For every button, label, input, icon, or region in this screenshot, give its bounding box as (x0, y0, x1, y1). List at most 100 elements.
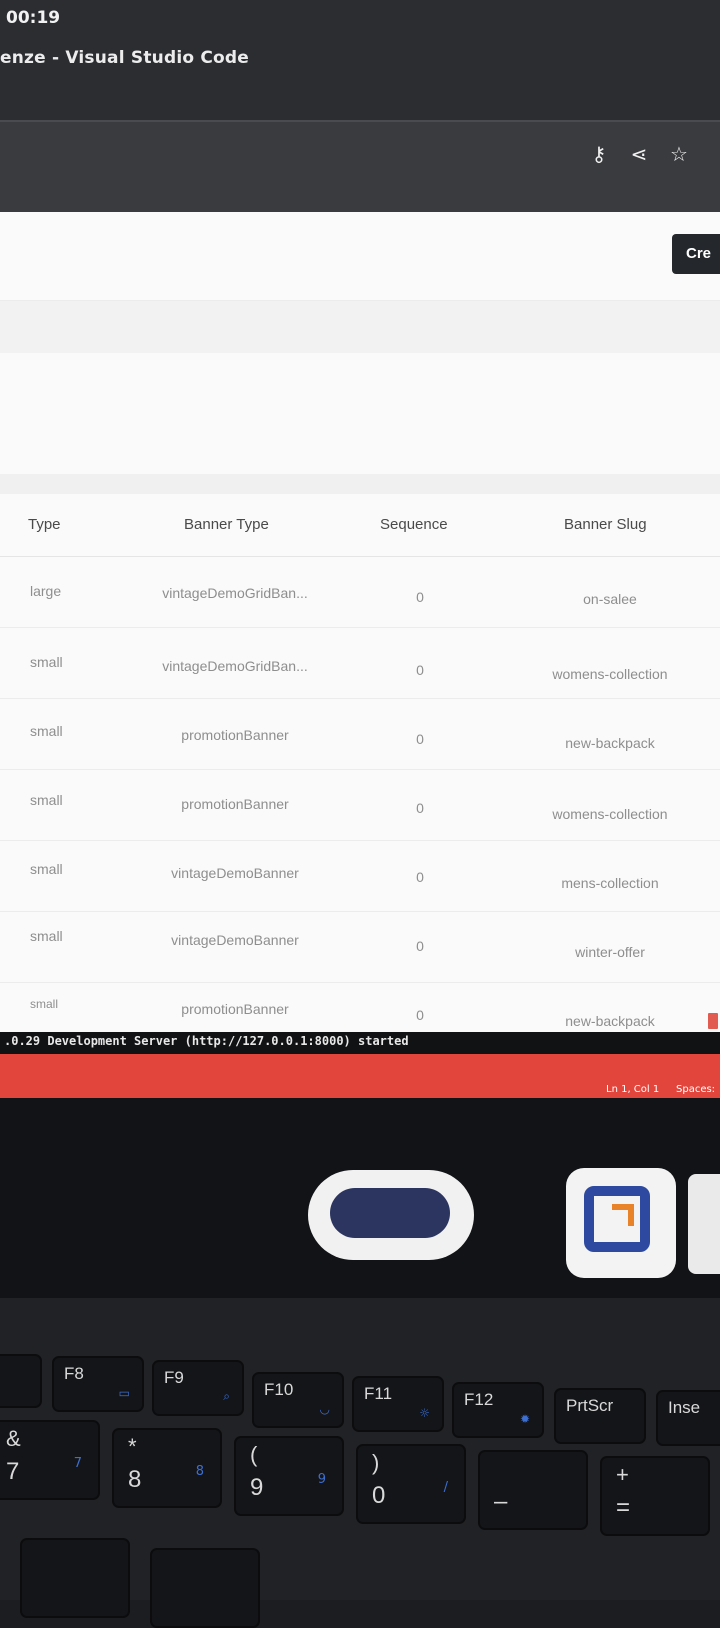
indent-setting[interactable]: Spaces: (676, 1084, 715, 1095)
key-label: 7 (6, 1458, 20, 1485)
cell-banner-type: promotionBanner (181, 796, 289, 812)
header-sequence[interactable]: Sequence (380, 516, 448, 533)
key-f11: F11 ☼ (352, 1376, 444, 1432)
cell-sequence: 0 (416, 1007, 424, 1023)
key-label: = (616, 1494, 631, 1521)
cell-sequence: 0 (416, 662, 424, 678)
cell-banner-type: promotionBanner (181, 727, 289, 743)
logo-sticker (566, 1168, 676, 1278)
cell-sequence: 0 (416, 800, 424, 816)
key-f7 (0, 1354, 42, 1408)
cell-banner-slug: womens-collection (552, 806, 668, 822)
display-icon: ▭ (118, 1386, 130, 1400)
cell-sequence: 0 (416, 869, 424, 885)
cell-banner-slug: new-backpack (565, 735, 655, 751)
key-shift-label: & (6, 1426, 21, 1451)
key-9: ( 9 9 (234, 1436, 344, 1516)
key-shift-label: + (616, 1462, 629, 1487)
page-content: Cre Type Banner Type Sequence Banner Slu… (0, 212, 720, 1032)
cell-banner-slug: new-backpack (565, 1013, 655, 1029)
key-icon[interactable]: ⚷ (588, 142, 610, 166)
cell-type: small (30, 792, 63, 808)
key-shift-label: ( (250, 1442, 258, 1467)
key-label: 0 (372, 1482, 386, 1509)
key-label: 8 (128, 1466, 142, 1493)
cell-type: small (30, 928, 63, 944)
clock: 00:19 (6, 8, 61, 28)
cell-banner-type: vintageDemoBanner (171, 932, 299, 948)
key-label: F10 (264, 1380, 294, 1399)
cell-sequence: 0 (416, 731, 424, 747)
table-row[interactable]: small promotionBanner 0 new-backpack (0, 699, 720, 770)
cell-sequence: 0 (416, 589, 424, 605)
header-banner-type[interactable]: Banner Type (184, 516, 269, 533)
key-numpad-label: / (443, 1480, 448, 1495)
search-icon: ⌕ (223, 1389, 230, 1403)
cell-banner-slug: womens-collection (552, 666, 668, 682)
key-insert: Inse (656, 1390, 720, 1446)
share-icon[interactable]: ⋖ (628, 142, 650, 166)
cell-type: small (30, 861, 63, 877)
key-numpad-label: 8 (195, 1464, 204, 1479)
status-bar: Ln 1, Col 1 Spaces: (0, 1054, 720, 1098)
os-top-bar: 00:19 enze - Visual Studio Code (0, 0, 720, 120)
vr-headset-sticker (308, 1170, 474, 1260)
cell-type: large (30, 583, 62, 599)
header-banner-slug[interactable]: Banner Slug (564, 516, 647, 533)
terminal-panel: .0.29 Development Server (http://127.0.0… (0, 1032, 720, 1054)
key-label: Inse (668, 1398, 701, 1417)
create-button[interactable]: Cre (672, 234, 720, 274)
arrow-icon (612, 1204, 634, 1226)
key-f8: F8 ▭ (52, 1356, 144, 1412)
table-header: Type Banner Type Sequence Banner Slug (0, 494, 720, 557)
terminal-output: .0.29 Development Server (http://127.0.0… (4, 1034, 409, 1048)
cursor-position[interactable]: Ln 1, Col 1 (606, 1084, 659, 1095)
vr-headset-icon (330, 1188, 450, 1238)
browser-toolbar: ⚷ ⋖ ☆ (0, 120, 720, 214)
table-row[interactable]: small vintageDemoBanner 0 mens-collectio… (0, 841, 720, 912)
brightness-up-icon: ✹ (519, 1412, 530, 1426)
cell-sequence: 0 (416, 938, 424, 954)
key-shift-label: * (128, 1434, 137, 1459)
logo-sticker-partial (688, 1174, 720, 1274)
keyboard: F8 ▭ F9 ⌕ F10 ◡ F11 ☼ F12 ✹ PrtScr Inse … (0, 1298, 720, 1628)
cell-banner-slug: on-salee (583, 591, 637, 607)
browser-actions: ⚷ ⋖ ☆ (588, 142, 690, 166)
key-f12: F12 ✹ (452, 1382, 544, 1438)
cell-banner-type: vintageDemoBanner (171, 865, 299, 881)
table-row[interactable]: small promotionBanner 0 womens-collectio… (0, 770, 720, 841)
key-label: F12 (464, 1390, 494, 1409)
delete-icon[interactable] (708, 1013, 718, 1029)
table-row[interactable]: small promotionBanner 0 new-backpack (0, 983, 720, 1032)
key-row-2 (150, 1548, 260, 1628)
filter-band (0, 300, 720, 353)
key-label: F9 (164, 1368, 184, 1387)
key-f9: F9 ⌕ (152, 1360, 244, 1416)
key-label: – (494, 1488, 508, 1515)
banner-table: Type Banner Type Sequence Banner Slug la… (0, 494, 720, 1032)
key-7: & 7 7 (0, 1420, 100, 1500)
laptop-bezel (0, 1098, 720, 1298)
cell-banner-type: promotionBanner (181, 1001, 289, 1017)
cell-banner-slug: mens-collection (561, 875, 659, 891)
key-numpad-label: 7 (73, 1456, 82, 1471)
table-row[interactable]: small vintageDemoGridBan... 0 womens-col… (0, 628, 720, 699)
table-row[interactable]: small vintageDemoBanner 0 winter-offer (0, 912, 720, 983)
key-label: PrtScr (566, 1396, 614, 1415)
key-shift-label: ) (372, 1450, 380, 1475)
brightness-icon: ☼ (419, 1406, 430, 1420)
cell-type: small (30, 997, 59, 1011)
key-label: 9 (250, 1474, 264, 1501)
star-icon[interactable]: ☆ (668, 142, 690, 166)
cell-type: small (30, 654, 63, 670)
cell-banner-type: vintageDemoGridBan... (162, 585, 308, 601)
table-row[interactable]: large vintageDemoGridBan... 0 on-salee (0, 557, 720, 628)
key-f10: F10 ◡ (252, 1372, 344, 1428)
header-type[interactable]: Type (28, 516, 61, 533)
window-title: enze - Visual Studio Code (0, 48, 249, 68)
key-backtick-row (20, 1538, 130, 1618)
key-prtscr: PrtScr (554, 1388, 646, 1444)
cell-banner-slug: winter-offer (575, 944, 645, 960)
key-0: ) 0 / (356, 1444, 466, 1524)
key-label: F11 (364, 1384, 393, 1403)
